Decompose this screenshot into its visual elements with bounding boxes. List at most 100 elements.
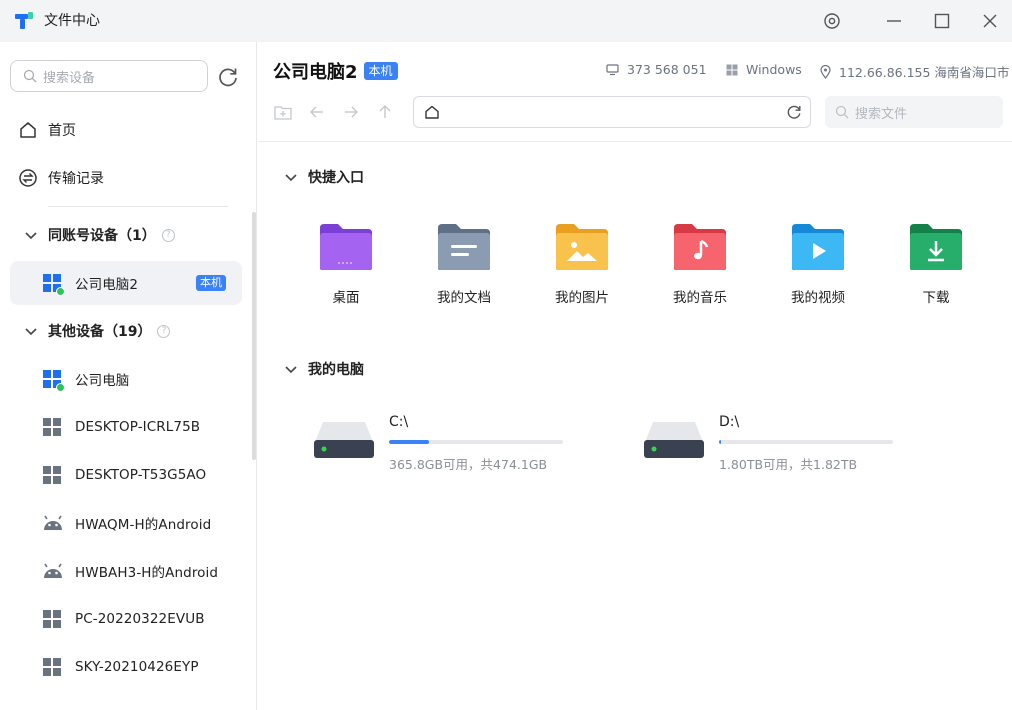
drive-d[interactable]: D:\ 1.80TB可用，共1.82TB — [643, 406, 903, 476]
drive-usage-fill — [389, 440, 429, 444]
ip-location-info: 112.66.86.155 海南省海口市 — [820, 62, 1009, 81]
quick-item-pictures[interactable]: 我的图片 — [537, 222, 627, 312]
my-computer-label: 我的电脑 — [308, 362, 364, 378]
location-pin-icon — [820, 64, 831, 79]
app-logo-icon — [15, 12, 33, 29]
device-id-info: 373 568 051 — [606, 62, 707, 77]
nav-home-label: 首页 — [48, 123, 76, 139]
device-search-input[interactable]: 搜索设备 — [10, 60, 208, 92]
home-icon — [20, 122, 36, 138]
arrow-up-icon — [379, 105, 391, 118]
device-name: SKY-20210426EYP — [75, 659, 199, 675]
nav-transfer-records[interactable]: 传输记录 — [18, 166, 104, 190]
device-item-sky-20210426eyp[interactable]: SKY-20210426EYP — [10, 645, 242, 689]
device-name: DESKTOP-ICRL75B — [75, 419, 201, 435]
quick-access-header[interactable]: 快捷入口 — [284, 167, 364, 187]
android-icon — [42, 513, 62, 533]
refresh-icon[interactable] — [786, 104, 802, 120]
drive-name: D:\ — [719, 414, 740, 430]
arrow-left-icon — [310, 106, 323, 118]
android-icon — [42, 561, 62, 581]
device-id-text: 373 568 051 — [627, 62, 707, 77]
windows-small-icon — [726, 64, 738, 76]
windows-offline-icon — [42, 465, 62, 485]
main-header: 公司电脑2 本机 373 568 051 Windows 112.66.86.1… — [258, 42, 1012, 142]
search-icon — [835, 105, 849, 119]
device-name: HWAQM-H的Android — [75, 517, 212, 533]
hard-drive-icon — [644, 422, 704, 458]
nav-home[interactable]: 首页 — [18, 118, 76, 142]
device-item-desktop-t53g5ao[interactable]: DESKTOP-T53G5AO — [10, 453, 242, 497]
home-icon[interactable] — [424, 104, 440, 120]
device-item-company-pc-2[interactable]: 公司电脑2 本机 — [10, 261, 242, 305]
windows-icon — [42, 273, 65, 296]
group-same-account[interactable]: 同账号设备（1） ? — [24, 223, 175, 247]
video-folder-icon — [792, 224, 844, 270]
device-name: PC-20220322EVUB — [75, 611, 205, 627]
close-button[interactable] — [978, 9, 1002, 33]
new-folder-button[interactable] — [273, 102, 293, 122]
device-item-hwaqm-android[interactable]: HWAQM-H的Android — [10, 501, 242, 545]
chevron-down-icon — [285, 366, 297, 374]
sidebar: 搜索设备 首页 传输记录 同账号设备（1） ? 公司电脑2 本机 其他设备（19… — [0, 42, 257, 710]
quick-item-documents[interactable]: 我的文档 — [419, 222, 509, 312]
device-item-company-pc[interactable]: 公司电脑 — [10, 357, 242, 401]
group-other-devices[interactable]: 其他设备（19） ? — [24, 319, 171, 343]
arrow-right-icon — [345, 106, 358, 118]
help-icon[interactable]: ? — [161, 228, 175, 242]
quick-item-label: 桌面 — [332, 290, 360, 306]
my-computer-header[interactable]: 我的电脑 — [284, 359, 364, 379]
pictures-folder-icon — [556, 224, 608, 270]
main-panel: 公司电脑2 本机 373 568 051 Windows 112.66.86.1… — [258, 42, 1012, 710]
maximize-button[interactable] — [930, 9, 954, 33]
sidebar-scrollbar[interactable] — [252, 212, 256, 460]
device-name: 公司电脑2 — [75, 277, 139, 293]
device-item-pc-20220322evub[interactable]: PC-20220322EVUB — [10, 597, 242, 641]
minimize-button[interactable] — [882, 9, 906, 33]
transfer-icon — [19, 169, 37, 187]
quick-item-desktop[interactable]: 桌面 — [301, 222, 391, 312]
drive-c[interactable]: C:\ 365.8GB可用，共474.1GB — [313, 406, 573, 476]
device-item-hwbah3-android[interactable]: HWBAH3-H的Android — [10, 549, 242, 593]
chevron-down-icon — [25, 328, 37, 336]
device-name: DESKTOP-T53G5AO — [75, 467, 207, 483]
app-title: 文件中心 — [44, 13, 100, 29]
windows-offline-icon — [42, 417, 62, 437]
drive-usage-bar — [389, 440, 563, 444]
forward-button[interactable] — [341, 102, 361, 122]
back-button[interactable] — [307, 102, 327, 122]
device-title: 公司电脑2 — [273, 62, 358, 83]
ip-location-text: 112.66.86.155 海南省海口市 — [839, 65, 1010, 80]
quick-item-label: 我的音乐 — [673, 290, 727, 306]
device-item-desktop-icrl75b[interactable]: DESKTOP-ICRL75B — [10, 405, 242, 449]
os-text: Windows — [746, 62, 802, 77]
local-device-badge: 本机 — [363, 62, 398, 80]
page-title: 公司电脑2 本机 — [273, 58, 398, 84]
device-name: 公司电脑 — [75, 373, 130, 389]
quick-item-label: 我的文档 — [437, 290, 491, 306]
file-search-input[interactable]: 搜索文件 — [825, 96, 1003, 128]
quick-item-downloads[interactable]: 下载 — [891, 222, 981, 312]
chevron-down-icon — [25, 232, 37, 240]
new-folder-icon — [274, 106, 292, 120]
music-folder-icon — [674, 224, 726, 270]
title-bar: 文件中心 — [0, 0, 1012, 42]
windows-offline-icon — [42, 657, 62, 677]
quick-item-music[interactable]: 我的音乐 — [655, 222, 745, 312]
file-search-placeholder: 搜索文件 — [855, 106, 908, 122]
documents-folder-icon — [438, 224, 490, 270]
quick-item-videos[interactable]: 我的视频 — [773, 222, 863, 312]
desktop-folder-icon — [320, 224, 372, 270]
quick-item-label: 下载 — [922, 290, 950, 306]
quick-item-label: 我的图片 — [555, 290, 609, 306]
device-name: HWBAH3-H的Android — [75, 565, 219, 581]
up-button[interactable] — [375, 102, 395, 122]
drive-name: C:\ — [389, 414, 409, 430]
quick-item-label: 我的视频 — [791, 290, 845, 306]
help-icon[interactable]: ? — [157, 324, 171, 338]
drive-usage-fill — [719, 440, 721, 444]
local-device-badge: 本机 — [196, 275, 226, 291]
path-input[interactable] — [413, 96, 811, 128]
refresh-devices-icon[interactable] — [216, 65, 240, 89]
settings-icon[interactable] — [820, 9, 844, 33]
